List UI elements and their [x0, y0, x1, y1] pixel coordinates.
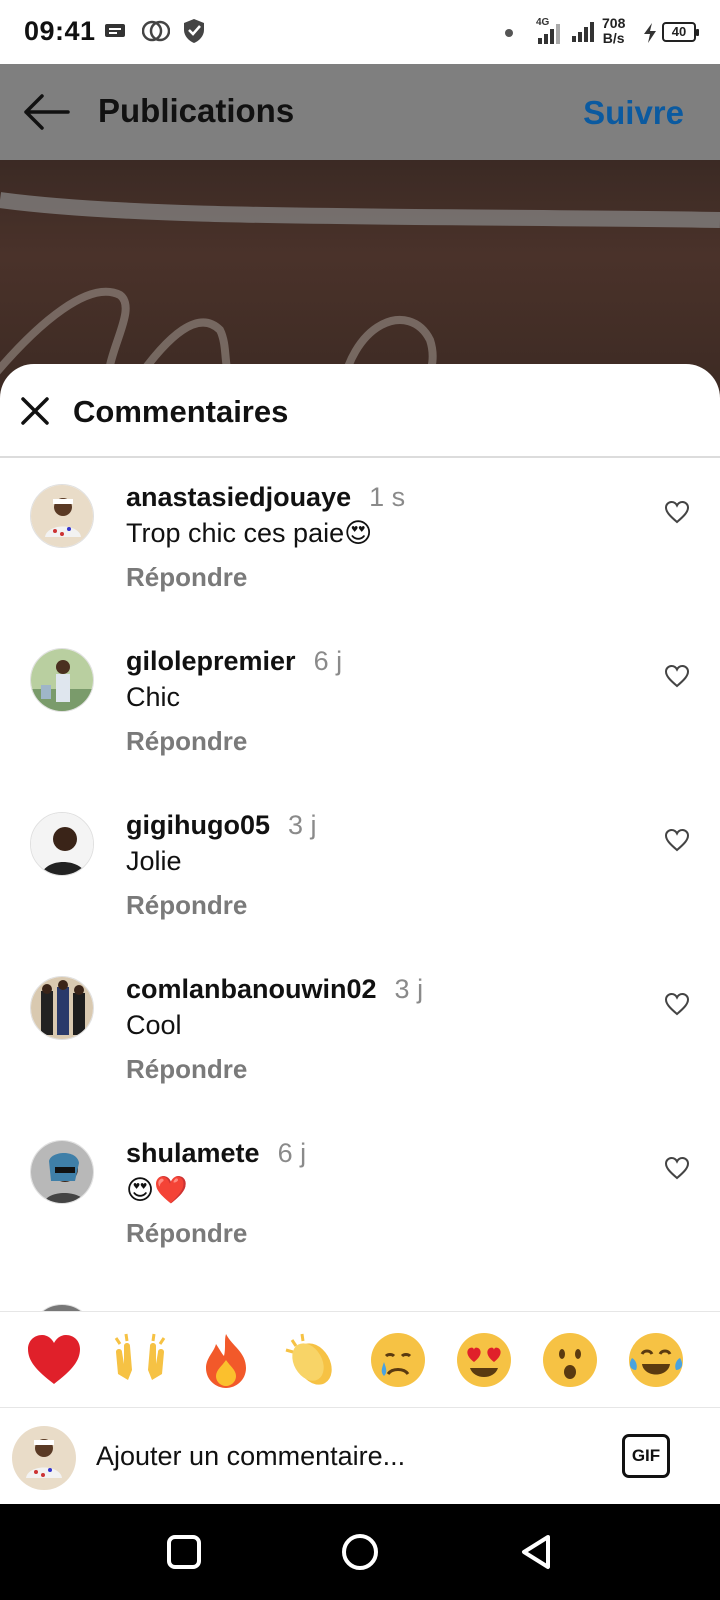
status-bar: 09:41 4G 708 B/s 40 — [0, 0, 720, 64]
red-heart-emoji[interactable] — [24, 1330, 84, 1390]
comment-item: gigihugo05 3 j Jolie Répondre — [0, 788, 720, 952]
follow-button[interactable]: Suivre — [583, 94, 684, 132]
status-time: 09:41 — [24, 16, 96, 46]
comment-text: Trop chic ces paie😍 — [126, 518, 373, 548]
comment-text: Chic — [126, 682, 181, 712]
reply-button[interactable]: Répondre — [126, 890, 247, 921]
comment-input[interactable] — [96, 1434, 596, 1478]
comment-username[interactable]: gigihugo05 3 j — [126, 810, 317, 841]
heart-eyes-emoji[interactable] — [454, 1330, 514, 1390]
comment-username[interactable]: gilolepremier 6 j — [126, 646, 342, 677]
reply-button[interactable]: Répondre — [126, 726, 247, 757]
avatar[interactable] — [30, 1140, 94, 1204]
back-arrow-icon[interactable] — [22, 90, 72, 134]
page-title: Publications — [98, 92, 295, 129]
dot-icon — [505, 29, 513, 37]
comment-text: Cool — [126, 1010, 182, 1040]
avatar[interactable] — [30, 648, 94, 712]
fire-emoji[interactable] — [196, 1330, 256, 1390]
comment-time: 3 j — [394, 974, 424, 1004]
comment-time: 3 j — [288, 810, 317, 840]
comment-time: 1 s — [369, 482, 406, 512]
avatar — [12, 1426, 76, 1490]
emoji-reaction-bar — [0, 1311, 720, 1407]
tears-of-joy-emoji[interactable] — [626, 1330, 686, 1390]
signal-icon — [572, 22, 594, 42]
sheet-header: Commentaires — [0, 364, 720, 458]
sheet-title: Commentaires — [73, 394, 289, 429]
comment-time: 6 j — [277, 1138, 307, 1168]
comment-text: 😍❤️ — [126, 1175, 188, 1205]
clapping-hands-emoji[interactable] — [282, 1330, 342, 1390]
svg-text:4G: 4G — [536, 17, 550, 28]
avatar[interactable] — [30, 812, 94, 876]
gif-button[interactable]: GIF — [622, 1434, 670, 1478]
heart-icon[interactable] — [664, 828, 690, 852]
heart-icon[interactable] — [664, 500, 690, 524]
reply-button[interactable]: Répondre — [126, 1054, 247, 1085]
comment-username[interactable]: comlanbanouwin02 3 j — [126, 974, 423, 1005]
signal-4g-icon: 4G — [536, 17, 560, 44]
reply-button[interactable]: Répondre — [126, 1218, 247, 1249]
avatar[interactable] — [30, 976, 94, 1040]
comment-item: comlanbanouwin02 3 j Cool Répondre — [0, 952, 720, 1116]
recent-apps-icon[interactable] — [164, 1532, 204, 1572]
system-nav-bar — [0, 1504, 720, 1600]
comment-item: gilolepremier 6 j Chic Répondre — [0, 624, 720, 788]
comment-username[interactable]: shulamete 6 j — [126, 1138, 306, 1169]
network-speed: 708 B/s — [602, 15, 626, 46]
comment-text: Jolie — [126, 846, 182, 876]
charging-icon — [644, 23, 656, 43]
comment-item: anastasiedjouaye 1 s Trop chic ces paie😍 … — [0, 460, 720, 624]
app-header: Publications Suivre — [0, 64, 720, 160]
comment-item: shulamete 6 j 😍❤️ Répondre — [0, 1116, 720, 1280]
back-triangle-icon[interactable] — [516, 1532, 556, 1572]
comment-input-bar: GIF — [0, 1407, 720, 1504]
shield-icon — [184, 19, 204, 43]
raising-hands-emoji[interactable] — [110, 1330, 170, 1390]
comment-username[interactable]: anastasiedjouaye 1 s — [126, 482, 405, 513]
heart-icon[interactable] — [664, 664, 690, 688]
comment-time: 6 j — [313, 646, 343, 676]
crying-face-emoji[interactable] — [368, 1330, 428, 1390]
app-notification-icon — [142, 20, 170, 42]
heart-icon[interactable] — [664, 1156, 690, 1180]
avatar[interactable] — [30, 484, 94, 548]
battery-indicator: 40 — [662, 22, 699, 42]
message-icon — [105, 24, 125, 37]
close-icon[interactable] — [18, 394, 52, 428]
reply-button[interactable]: Répondre — [126, 562, 247, 593]
heart-icon[interactable] — [664, 992, 690, 1016]
surprised-face-emoji[interactable] — [540, 1330, 600, 1390]
home-icon[interactable] — [340, 1532, 380, 1572]
